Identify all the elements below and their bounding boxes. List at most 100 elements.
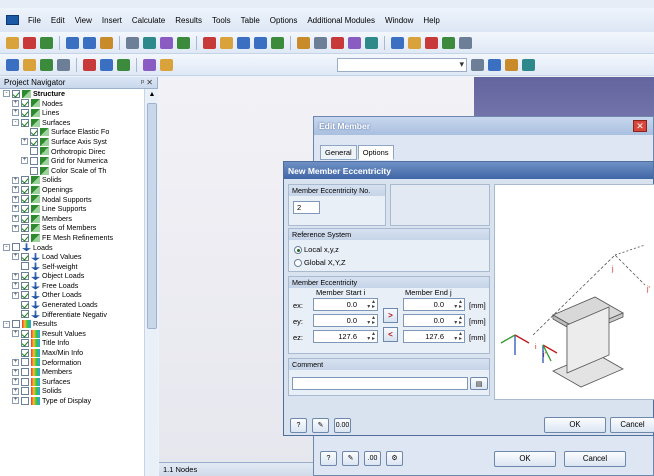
tree-item[interactable]: + Solids <box>0 175 144 185</box>
tree-checkbox[interactable] <box>21 329 29 338</box>
tree-checkbox[interactable] <box>30 156 38 165</box>
menu-tools[interactable]: Tools <box>212 16 231 25</box>
tree-item[interactable]: Self-weight <box>0 262 144 272</box>
tool-icon[interactable] <box>271 36 284 49</box>
tree-item[interactable]: + Type of Display <box>0 396 144 406</box>
tool-icon[interactable] <box>314 36 327 49</box>
ex-end-input[interactable]: 0.0 ▴ ▾ ▸ <box>403 298 465 311</box>
tool-icon[interactable] <box>6 58 19 71</box>
tree-item[interactable]: + Members <box>0 367 144 377</box>
tree-checkbox[interactable] <box>21 204 29 213</box>
eccentricity-no-input[interactable]: 2 <box>293 201 320 214</box>
tool-icon[interactable] <box>408 36 421 49</box>
expand-icon[interactable]: + <box>12 205 19 213</box>
ex-start-input[interactable]: 0.0 ▴ ▾ ▸ <box>313 298 378 311</box>
ecc-ok-button[interactable]: OK <box>544 417 606 433</box>
tree-item[interactable]: + Result Values <box>0 329 144 339</box>
tool-icon[interactable] <box>66 36 79 49</box>
tree-item[interactable]: + Deformation <box>0 358 144 368</box>
radio-global[interactable]: Global X,Y,Z <box>294 258 346 267</box>
copy-start-to-end-icon[interactable]: > <box>383 308 398 323</box>
tree-item[interactable]: + Load Values <box>0 252 144 262</box>
tree-checkbox[interactable] <box>21 224 29 233</box>
tree-item[interactable]: + Line Supports <box>0 204 144 214</box>
tree-checkbox[interactable] <box>21 300 29 309</box>
expand-icon[interactable]: + <box>12 224 19 232</box>
scroll-thumb[interactable] <box>147 103 157 329</box>
tree-checkbox[interactable] <box>21 396 29 405</box>
tree-item[interactable]: - Structure <box>0 89 144 99</box>
tree-item[interactable]: Max/Min Info <box>0 348 144 358</box>
tree-item[interactable]: + Lines <box>0 108 144 118</box>
tree-checkbox[interactable] <box>21 262 29 271</box>
ez-start-input[interactable]: 127.6 ▴ ▾ ▸ <box>313 330 378 343</box>
tool-icon[interactable] <box>40 58 53 71</box>
help-icon[interactable]: ? <box>320 451 337 466</box>
tree-item[interactable]: + Surface Axis Syst <box>0 137 144 147</box>
tree-item[interactable]: Color Scale of Th <box>0 166 144 176</box>
expand-icon[interactable]: + <box>12 195 19 203</box>
expand-icon[interactable]: + <box>12 176 19 184</box>
navigator-scrollbar[interactable]: ▲ <box>144 89 158 476</box>
edit-icon[interactable]: ✎ <box>312 418 329 433</box>
tool-icon[interactable] <box>522 58 535 71</box>
tool-icon[interactable] <box>203 36 216 49</box>
tool-icon[interactable] <box>297 36 310 49</box>
expand-icon[interactable]: + <box>12 253 19 261</box>
expand-icon[interactable]: + <box>12 99 19 107</box>
tree-item[interactable]: Title Info <box>0 338 144 348</box>
ey-start-input[interactable]: 0.0 ▴ ▾ ▸ <box>313 314 378 327</box>
tool-icon[interactable] <box>237 36 250 49</box>
tool-icon[interactable] <box>160 58 173 71</box>
tool-icon[interactable] <box>505 58 518 71</box>
menu-options[interactable]: Options <box>270 16 298 25</box>
tree-checkbox[interactable] <box>21 176 29 185</box>
tree-item[interactable]: Orthotropic Direc <box>0 147 144 157</box>
tree-item[interactable]: + Grid for Numerica <box>0 156 144 166</box>
menu-edit[interactable]: Edit <box>51 16 65 25</box>
tree-checkbox[interactable] <box>21 358 29 367</box>
radio-local[interactable]: Local x,y,z <box>294 245 339 254</box>
tree-item[interactable]: + Object Loads <box>0 271 144 281</box>
tool-icon[interactable] <box>83 36 96 49</box>
tool-icon[interactable] <box>57 58 70 71</box>
tree-checkbox[interactable] <box>21 281 29 290</box>
menu-additional-modules[interactable]: Additional Modules <box>307 16 375 25</box>
collapse-icon[interactable]: - <box>3 320 10 328</box>
tree-item[interactable]: Differentiate Negativ <box>0 310 144 320</box>
tool-icon[interactable] <box>23 36 36 49</box>
expand-icon[interactable]: + <box>12 387 19 395</box>
tree-checkbox[interactable] <box>12 243 20 252</box>
tree-item[interactable]: + Solids <box>0 386 144 396</box>
tool-icon[interactable] <box>254 36 267 49</box>
tree-checkbox[interactable] <box>21 310 29 319</box>
edit-member-cancel-button[interactable]: Cancel <box>564 451 626 467</box>
help-icon[interactable]: ? <box>290 418 307 433</box>
tree-checkbox[interactable] <box>30 137 38 146</box>
tree-checkbox[interactable] <box>30 147 38 156</box>
tree-checkbox[interactable] <box>21 252 29 261</box>
tree-checkbox[interactable] <box>21 99 29 108</box>
collapse-icon[interactable]: - <box>12 119 19 127</box>
tree-item[interactable]: + Openings <box>0 185 144 195</box>
tree-item[interactable]: + Other Loads <box>0 290 144 300</box>
tool-icon[interactable] <box>331 36 344 49</box>
tool-icon[interactable] <box>365 36 378 49</box>
tool-icon[interactable] <box>143 58 156 71</box>
copy-end-to-start-icon[interactable]: < <box>383 327 398 342</box>
tree-checkbox[interactable] <box>12 89 20 98</box>
tool-icon[interactable] <box>100 36 113 49</box>
tool-icon[interactable] <box>471 58 484 71</box>
tool-icon[interactable] <box>160 36 173 49</box>
tool-icon[interactable] <box>143 36 156 49</box>
decimal-icon[interactable]: 0.00 <box>334 418 351 433</box>
edit-icon[interactable]: ✎ <box>342 451 359 466</box>
tool-icon[interactable] <box>117 58 130 71</box>
expand-icon[interactable]: + <box>12 368 19 376</box>
tree-checkbox[interactable] <box>21 387 29 396</box>
tool-icon[interactable] <box>100 58 113 71</box>
comment-library-icon[interactable]: ▤ <box>470 377 488 390</box>
tree-item[interactable]: - Loads <box>0 243 144 253</box>
scroll-up-icon[interactable]: ▲ <box>147 90 157 100</box>
tool-icon[interactable] <box>348 36 361 49</box>
